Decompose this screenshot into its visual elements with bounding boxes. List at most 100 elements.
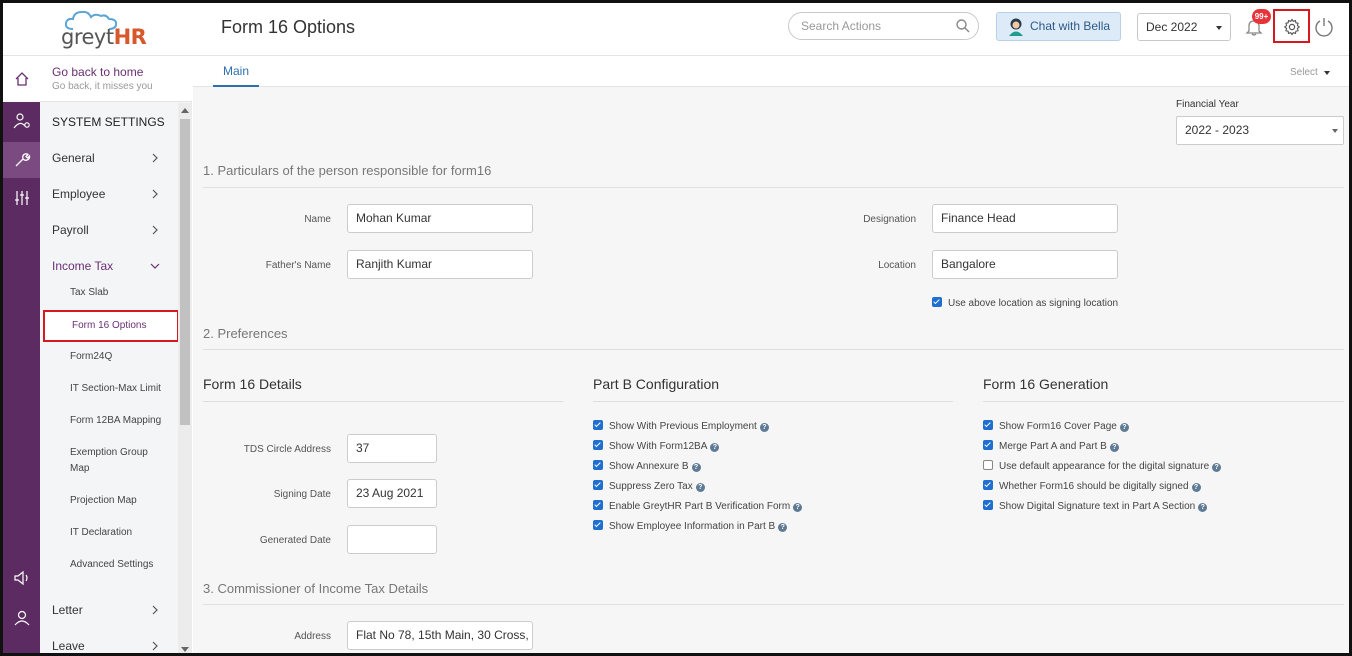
help-icon[interactable]: ? — [793, 503, 803, 512]
help-icon[interactable]: ? — [1212, 463, 1222, 472]
financial-year-value: 2022 - 2023 — [1185, 123, 1250, 137]
rail-profile[interactable] — [3, 600, 40, 636]
help-icon[interactable]: ? — [710, 443, 720, 452]
greythr-logo[interactable]: greytHR — [55, 9, 155, 51]
settings-button[interactable] — [1273, 9, 1310, 43]
option-default-digital-signature[interactable]: Use default appearance for the digital s… — [983, 460, 1222, 474]
designation-label: Designation — [863, 214, 916, 225]
tds-circle-address-input[interactable]: 37 — [347, 434, 437, 463]
section3-divider — [203, 604, 1344, 605]
search-icon[interactable] — [955, 18, 971, 34]
chevron-right-icon — [152, 605, 158, 615]
rail-home[interactable] — [3, 56, 40, 102]
help-icon[interactable]: ? — [1198, 503, 1208, 512]
help-icon[interactable]: ? — [759, 423, 769, 432]
sidebar-sub-form16-options[interactable]: Form 16 Options — [43, 310, 179, 342]
help-icon[interactable]: ? — [691, 463, 701, 472]
option-suppress-zero-tax[interactable]: Suppress Zero Tax? — [593, 480, 705, 494]
checkbox[interactable] — [983, 460, 993, 470]
option-merge-part-a-b[interactable]: Merge Part A and Part B? — [983, 440, 1119, 454]
app-frame: greytHR Form 16 Options Search Actions C… — [0, 0, 1352, 656]
generated-date-input[interactable] — [347, 525, 437, 554]
scroll-down-arrow-icon[interactable] — [181, 647, 189, 652]
logo-prefix: greyt — [61, 25, 114, 49]
sidebar-sub-form12ba-mapping[interactable]: Form 12BA Mapping — [70, 413, 170, 429]
address-label: Address — [294, 631, 331, 642]
checkbox[interactable] — [593, 500, 603, 510]
option-show-employee-information[interactable]: Show Employee Information in Part B? — [593, 520, 788, 534]
checkbox[interactable] — [593, 460, 603, 470]
option-show-form16-cover-page[interactable]: Show Form16 Cover Page? — [983, 420, 1129, 434]
rail-sliders[interactable] — [3, 180, 40, 216]
financial-year-select[interactable]: 2022 - 2023 — [1176, 116, 1344, 145]
chevron-right-icon — [152, 225, 158, 235]
select-label: Select — [1290, 67, 1318, 78]
section3-title: 3. Commissioner of Income Tax Details — [203, 581, 429, 596]
sidebar-sub-projection-map[interactable]: Projection Map — [70, 493, 170, 509]
checkbox[interactable] — [593, 440, 603, 450]
sidebar-sub-it-declaration[interactable]: IT Declaration — [70, 525, 170, 541]
checkbox[interactable] — [983, 500, 993, 510]
help-icon[interactable]: ? — [1109, 443, 1119, 452]
option-label: Show With Previous Employment — [609, 421, 757, 432]
help-icon[interactable]: ? — [1119, 423, 1129, 432]
sidebar-item-leave[interactable]: Leave — [52, 639, 85, 653]
use-location-checkbox[interactable] — [932, 297, 942, 307]
tab-main[interactable]: Main — [213, 56, 259, 87]
period-select[interactable]: Dec 2022 — [1137, 13, 1231, 41]
chevron-right-icon — [152, 153, 158, 163]
logo-suffix: HR — [113, 25, 147, 49]
rail-announcements[interactable] — [3, 560, 40, 596]
sidebar-sub-advanced-settings[interactable]: Advanced Settings — [70, 557, 170, 573]
checkbox[interactable] — [593, 480, 603, 490]
sidebar-item-income-tax[interactable]: Income Tax — [52, 259, 113, 273]
option-show-annexure-b[interactable]: Show Annexure B? — [593, 460, 701, 474]
option-digital-signature-text[interactable]: Show Digital Signature text in Part A Se… — [983, 500, 1208, 514]
designation-input[interactable]: Finance Head — [932, 204, 1118, 233]
chevron-right-icon — [152, 641, 158, 651]
scroll-up-arrow-icon[interactable] — [181, 108, 189, 113]
option-digitally-signed[interactable]: Whether Form16 should be digitally signe… — [983, 480, 1201, 494]
checkbox[interactable] — [593, 420, 603, 430]
signing-date-input[interactable]: 23 Aug 2021 — [347, 479, 437, 508]
help-icon[interactable]: ? — [695, 483, 705, 492]
option-show-with-previous-employment[interactable]: Show With Previous Employment? — [593, 420, 769, 434]
name-input[interactable]: Mohan Kumar — [347, 204, 533, 233]
go-back-home-link[interactable]: Go back to home Go back, it misses you — [40, 56, 192, 102]
sidebar-sub-exemption-group-map[interactable]: Exemption Group Map — [70, 445, 160, 477]
checkbox[interactable] — [983, 420, 993, 430]
sidebar-sub-form24q[interactable]: Form24Q — [70, 349, 170, 365]
sidebar-sub-it-section-max-limit[interactable]: IT Section-Max Limit — [70, 381, 170, 397]
checkbox[interactable] — [593, 520, 603, 530]
scroll-thumb[interactable] — [180, 119, 190, 425]
sidebar: Go back to home Go back, it misses you S… — [40, 56, 192, 653]
option-label: Enable GreytHR Part B Verification Form — [609, 501, 791, 512]
chevron-down-icon — [150, 263, 160, 269]
sidebar-item-general[interactable]: General — [52, 151, 95, 165]
address-input[interactable]: Flat No 78, 15th Main, 30 Cross, . — [347, 621, 533, 650]
checkbox[interactable] — [983, 480, 993, 490]
power-icon[interactable] — [1313, 16, 1335, 38]
checkbox[interactable] — [983, 440, 993, 450]
option-label: Show Digital Signature text in Part A Se… — [999, 501, 1196, 512]
search-actions-input[interactable]: Search Actions — [788, 12, 979, 40]
option-show-with-form12ba[interactable]: Show With Form12BA? — [593, 440, 720, 454]
option-label: Whether Form16 should be digitally signe… — [999, 481, 1189, 492]
help-icon[interactable]: ? — [778, 523, 788, 532]
rail-people[interactable] — [3, 103, 40, 139]
select-dropdown[interactable]: Select — [1290, 67, 1330, 78]
use-location-checkbox-row[interactable]: Use above location as signing location — [932, 297, 1118, 311]
part-b-divider — [593, 401, 953, 402]
rail-settings[interactable] — [3, 142, 40, 178]
sidebar-item-letter[interactable]: Letter — [52, 603, 83, 617]
sidebar-item-employee[interactable]: Employee — [52, 187, 105, 201]
sidebar-sub-tax-slab[interactable]: Tax Slab — [70, 285, 170, 301]
sidebar-item-payroll[interactable]: Payroll — [52, 223, 89, 237]
sidebar-scrollbar[interactable] — [178, 103, 192, 653]
help-icon[interactable]: ? — [1191, 483, 1201, 492]
bella-avatar-icon — [1009, 18, 1023, 36]
option-enable-part-b-verification[interactable]: Enable GreytHR Part B Verification Form? — [593, 500, 803, 514]
location-input[interactable]: Bangalore — [932, 250, 1118, 279]
fathers-name-input[interactable]: Ranjith Kumar — [347, 250, 533, 279]
option-label: Merge Part A and Part B — [999, 441, 1107, 452]
